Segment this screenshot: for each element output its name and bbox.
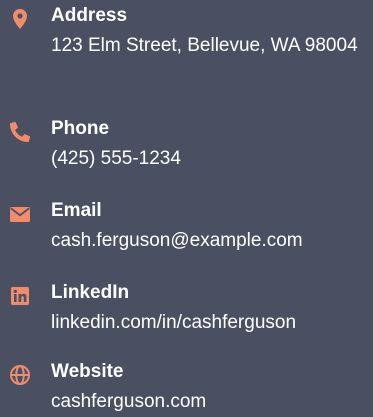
linkedin-label: LinkedIn	[51, 282, 130, 303]
location-pin-icon	[8, 9, 32, 29]
envelope-icon	[8, 204, 32, 224]
address-label: Address	[51, 5, 128, 26]
linkedin-icon	[8, 286, 32, 306]
contact-info-list: Address 123 Elm Street, Bellevue, WA 980…	[0, 0, 373, 417]
website-label: Website	[51, 361, 124, 382]
phone-label: Phone	[51, 118, 110, 139]
email-label: Email	[51, 200, 102, 221]
linkedin-value[interactable]: linkedin.com/in/cashferguson	[51, 308, 373, 337]
globe-icon	[8, 365, 32, 385]
phone-icon	[8, 122, 32, 142]
phone-value[interactable]: (425) 555-1234	[51, 144, 373, 173]
website-value[interactable]: cashferguson.com	[51, 387, 373, 416]
email-value[interactable]: cash.ferguson@example.com	[51, 226, 373, 255]
address-value: 123 Elm Street, Bellevue, WA 98004	[51, 35, 358, 56]
